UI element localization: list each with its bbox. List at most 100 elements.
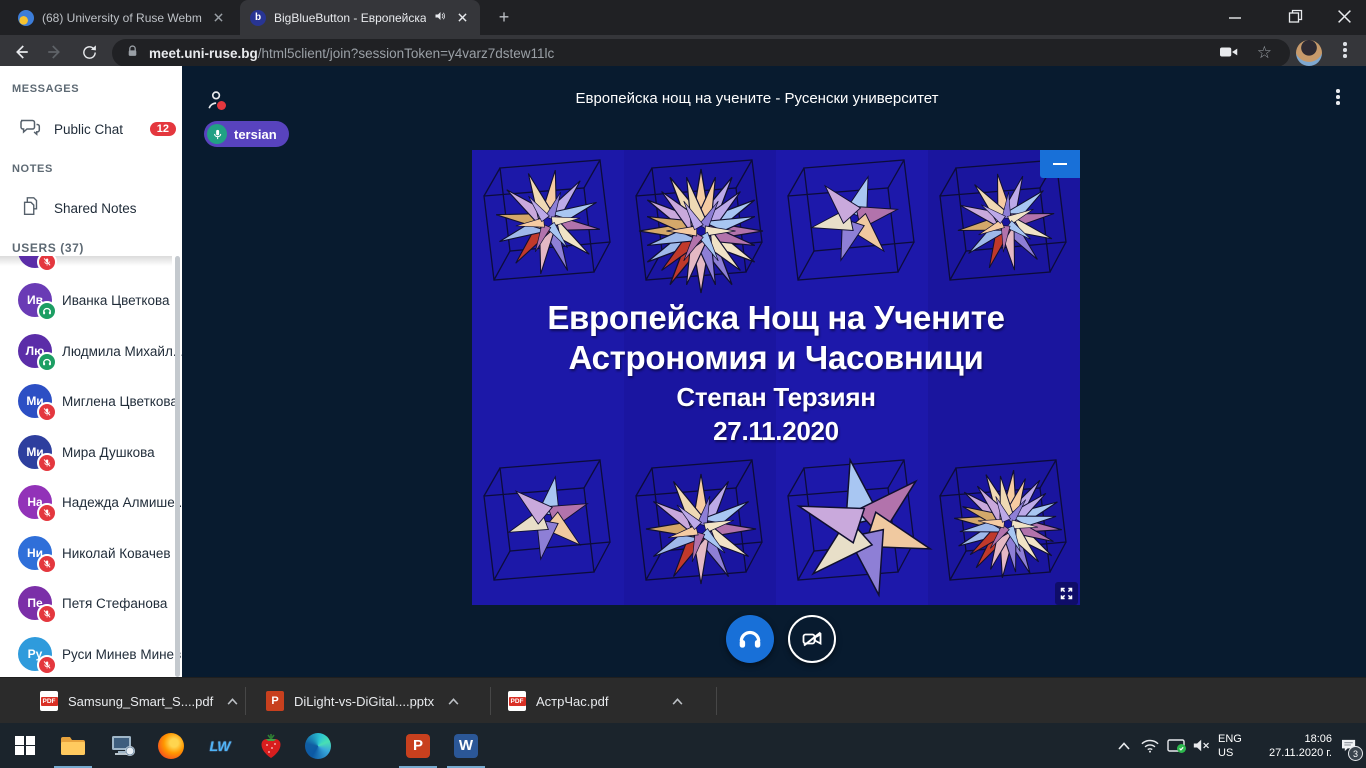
shared-notes-label: Shared Notes bbox=[54, 201, 137, 216]
user-list-item[interactable]: Ми Миглена Цветкова bbox=[0, 384, 176, 428]
tab-close-icon[interactable] bbox=[210, 10, 226, 26]
star-polyhedron bbox=[630, 160, 772, 302]
avatar: Ми bbox=[18, 384, 52, 418]
headphones-icon bbox=[737, 626, 763, 652]
refresh-button[interactable] bbox=[76, 39, 102, 65]
download-item[interactable]: PDF Samsung_Smart_S....pdf bbox=[40, 678, 238, 724]
divider bbox=[716, 687, 717, 715]
browser-tab-strip: (68) University of Ruse Webmail : b BigB… bbox=[0, 0, 1366, 35]
taskbar-remote-desktop[interactable] bbox=[100, 723, 146, 768]
tab-close-icon[interactable] bbox=[454, 10, 470, 26]
talker-name: tersian bbox=[234, 127, 277, 142]
bbb-favicon: b bbox=[250, 10, 266, 26]
user-list-item[interactable]: Ми Мира Душкова bbox=[0, 435, 176, 479]
browser-menu-icon[interactable] bbox=[1338, 42, 1352, 58]
user-name: Петя Стефанова bbox=[62, 586, 167, 620]
taskbar-strawberry-app[interactable] bbox=[248, 723, 294, 768]
pdf-file-icon: PDF bbox=[40, 691, 58, 711]
download-filename: АстрЧас.pdf bbox=[536, 694, 608, 709]
clock[interactable]: 18:06 27.11.2020 г. bbox=[1258, 723, 1332, 768]
strawberry-icon bbox=[260, 733, 282, 759]
taskbar-firefox[interactable] bbox=[148, 723, 194, 768]
tray-date: 27.11.2020 г. bbox=[1269, 746, 1332, 760]
edge-icon bbox=[305, 733, 331, 759]
notification-count-badge: 3 bbox=[1348, 746, 1363, 761]
window-minimize-button[interactable] bbox=[1228, 10, 1256, 29]
user-list-scrollbar[interactable] bbox=[175, 256, 180, 677]
chevron-up-icon[interactable] bbox=[672, 698, 683, 705]
taskbar-liveworksheets[interactable]: LW bbox=[197, 723, 243, 768]
address-bar[interactable]: meet.uni-ruse.bg /html5client/join?sessi… bbox=[112, 39, 1290, 67]
star-polyhedron bbox=[638, 466, 764, 592]
meeting-title: Европейска нощ на учените - Русенски уни… bbox=[182, 90, 1332, 107]
window-restore-button[interactable] bbox=[1288, 9, 1303, 29]
user-name: Николай Ковачев bbox=[62, 536, 171, 570]
bbb-options-menu-icon[interactable] bbox=[1332, 89, 1344, 105]
profile-avatar[interactable] bbox=[1296, 40, 1322, 66]
shared-notes-icon bbox=[20, 194, 42, 223]
chevron-up-icon[interactable] bbox=[448, 698, 459, 705]
user-list-item[interactable]: Лю Людмила Михайл... bbox=[0, 334, 176, 378]
tab-bigbluebutton[interactable]: b BigBlueButton - Европейска bbox=[240, 0, 480, 35]
user-list-item[interactable]: Пе Петя Стефанова bbox=[0, 586, 176, 630]
slide-author: Степан Терзиян bbox=[472, 380, 1080, 414]
user-name: Миглена Цветкова bbox=[62, 384, 178, 418]
tray-hidden-icons-chevron[interactable] bbox=[1112, 723, 1136, 768]
minimize-presentation-button[interactable] bbox=[1040, 150, 1080, 178]
download-item[interactable]: P DiLight-vs-DiGital....pptx bbox=[266, 678, 459, 724]
security-tray-icon[interactable] bbox=[1164, 723, 1190, 768]
notes-label: NOTES bbox=[12, 163, 53, 175]
language-indicator[interactable]: ENG US bbox=[1218, 723, 1254, 768]
volume-muted-icon[interactable] bbox=[1190, 723, 1214, 768]
new-tab-button[interactable]: + bbox=[492, 5, 516, 29]
avatar: На bbox=[18, 485, 52, 519]
presentation-slide[interactable]: Европейска Нощ на Учените Астрономия и Ч… bbox=[472, 150, 1080, 605]
avatar: Ив bbox=[18, 283, 52, 317]
user-list-item[interactable]: На Надежда Алмише... bbox=[0, 485, 176, 529]
folder-icon bbox=[60, 735, 86, 757]
mic-icon bbox=[207, 124, 227, 144]
chevron-up-icon[interactable] bbox=[227, 698, 238, 705]
user-list[interactable]: Ив Иванка Цветкова Лю Людмила Михайл... … bbox=[0, 256, 182, 677]
taskbar-powerpoint[interactable]: P bbox=[395, 723, 441, 768]
taskbar-word[interactable]: W bbox=[443, 723, 489, 768]
wifi-icon[interactable] bbox=[1138, 723, 1162, 768]
tray-time: 18:06 bbox=[1304, 732, 1332, 746]
star-polyhedron bbox=[498, 468, 598, 568]
user-list-item[interactable] bbox=[0, 256, 176, 278]
user-status-icon bbox=[37, 554, 57, 574]
audio-join-button[interactable] bbox=[726, 615, 774, 663]
language-code: ENG bbox=[1218, 732, 1242, 746]
user-list-item[interactable]: Ру Руси Минев Минев bbox=[0, 637, 176, 677]
ppt-file-icon: P bbox=[266, 691, 284, 711]
taskbar-file-explorer[interactable] bbox=[50, 723, 96, 768]
start-button[interactable] bbox=[2, 723, 48, 768]
url-path: /html5client/join?sessionToken=y4varz7ds… bbox=[258, 46, 555, 61]
tab-webmail[interactable]: (68) University of Ruse Webmail : bbox=[8, 0, 240, 35]
user-list-item[interactable]: Ив Иванка Цветкова bbox=[0, 283, 176, 327]
user-status-icon bbox=[37, 453, 57, 473]
user-name: Иванка Цветкова bbox=[62, 283, 170, 317]
action-center-icon[interactable]: 3 bbox=[1334, 723, 1364, 768]
user-name: Руси Минев Минев bbox=[62, 637, 181, 671]
sidebar-item-shared-notes[interactable]: Shared Notes bbox=[0, 190, 182, 226]
tab-audio-icon[interactable] bbox=[434, 10, 446, 25]
forward-button[interactable] bbox=[42, 39, 68, 65]
camera-in-use-icon[interactable] bbox=[1220, 45, 1238, 62]
window-close-button[interactable] bbox=[1337, 9, 1352, 29]
user-list-item[interactable]: Ни Николай Ковачев bbox=[0, 536, 176, 580]
user-status-icon bbox=[37, 301, 57, 321]
download-item[interactable]: PDF АстрЧас.pdf bbox=[508, 678, 683, 724]
fullscreen-button[interactable] bbox=[1055, 582, 1078, 605]
share-webcam-button[interactable] bbox=[788, 615, 836, 663]
taskbar-edge[interactable] bbox=[295, 723, 341, 768]
lock-icon[interactable] bbox=[126, 44, 139, 62]
sidebar-item-public-chat[interactable]: Public Chat 12 bbox=[0, 111, 182, 147]
bookmark-star-icon[interactable]: ☆ bbox=[1257, 43, 1272, 63]
chat-unread-badge: 12 bbox=[150, 122, 176, 136]
back-button[interactable] bbox=[8, 39, 34, 65]
divider bbox=[245, 687, 246, 715]
user-status-icon bbox=[37, 503, 57, 523]
talker-badge[interactable]: tersian bbox=[204, 121, 289, 147]
url-host: meet.uni-ruse.bg bbox=[149, 46, 258, 61]
